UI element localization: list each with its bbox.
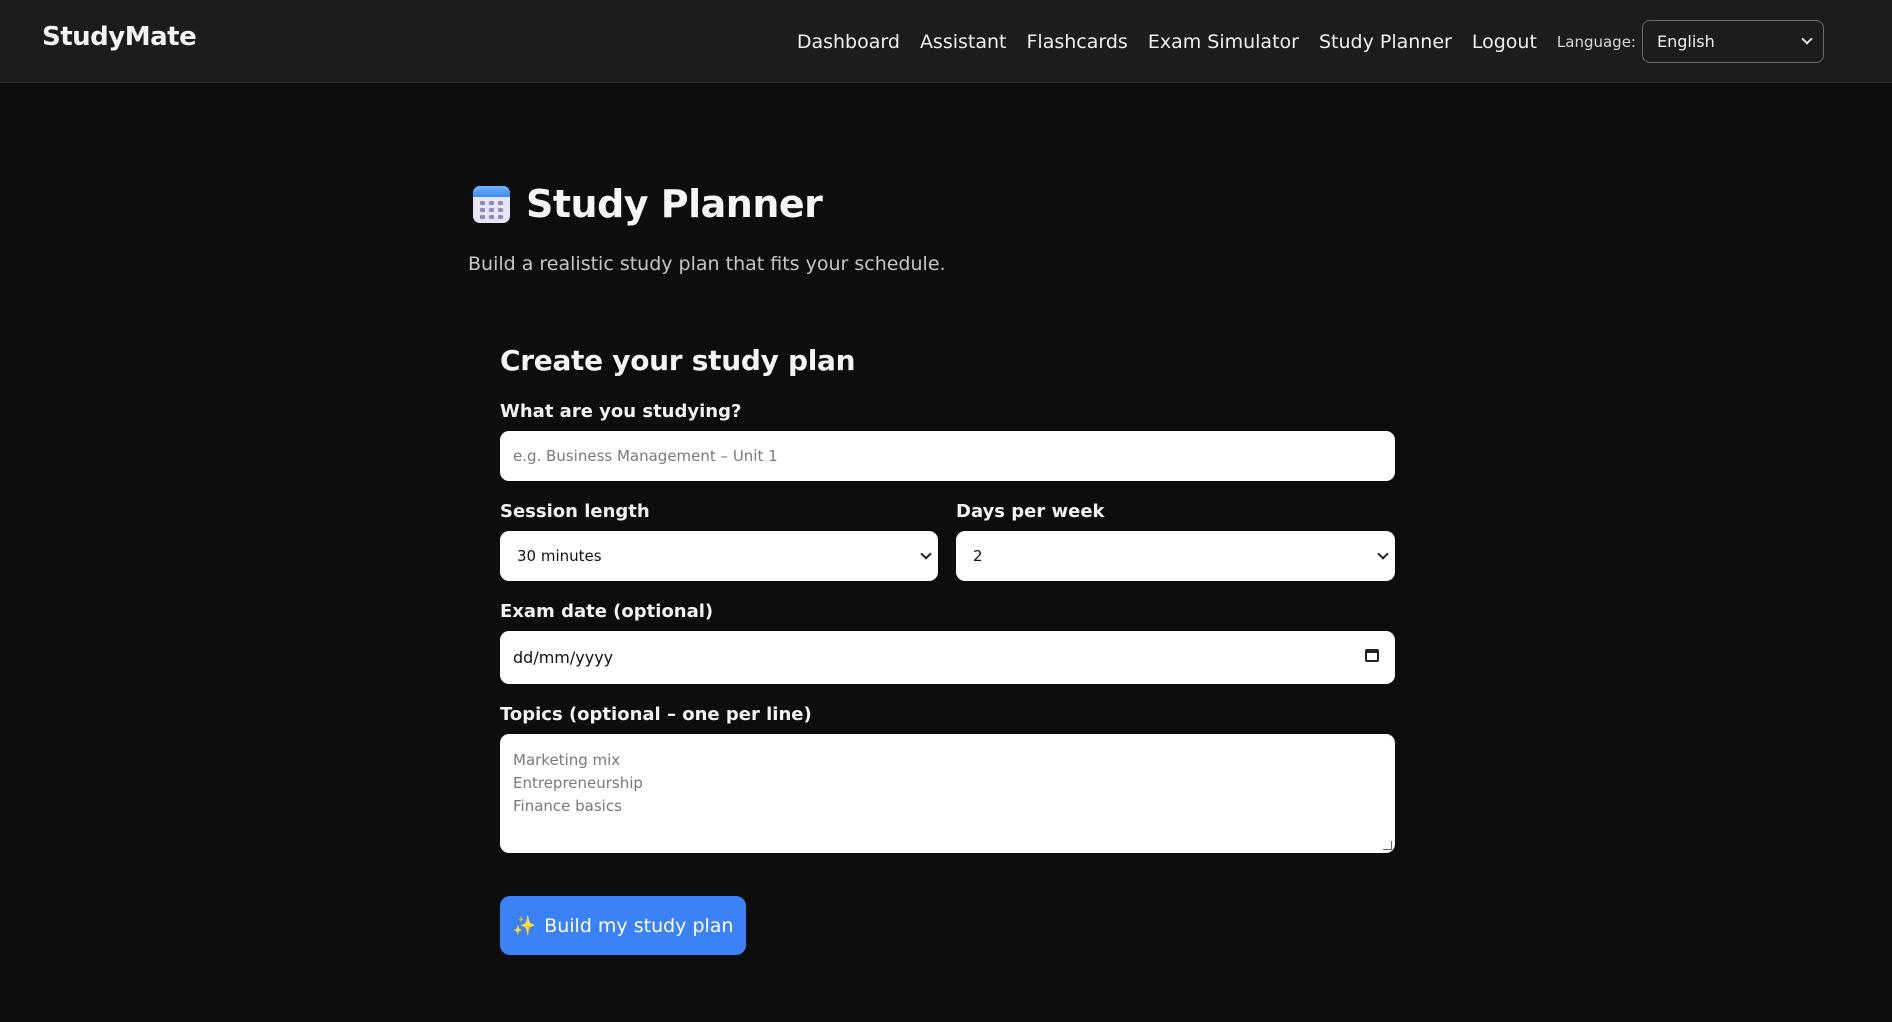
sparkles-icon: ✨ [512, 915, 537, 937]
exam-date-label: Exam date (optional) [500, 601, 714, 622]
brand-logo[interactable]: StudyMate [42, 22, 197, 52]
calendar-icon [473, 185, 510, 223]
session-length-select[interactable]: 30 minutes [500, 531, 938, 581]
subject-input[interactable]: e.g. Business Management – Unit 1 [500, 431, 1395, 481]
nav-dashboard[interactable]: Dashboard [797, 31, 900, 53]
nav-exam-simulator[interactable]: Exam Simulator [1148, 31, 1299, 53]
language-label: Language: [1556, 32, 1636, 51]
topics-placeholder-line: Entrepreneurship [513, 774, 643, 792]
page-subtitle: Build a realistic study plan that fits y… [468, 253, 946, 275]
subject-label: What are you studying? [500, 401, 742, 422]
page-title: Study Planner [526, 182, 823, 226]
topics-textarea[interactable]: Marketing mix Entrepreneurship Finance b… [500, 734, 1395, 853]
nav-flashcards[interactable]: Flashcards [1027, 31, 1128, 53]
page-header: Study Planner [473, 182, 823, 226]
topics-placeholder-line: Marketing mix [513, 751, 621, 769]
exam-date-placeholder: dd/mm/yyyy [513, 648, 614, 667]
build-study-plan-button[interactable]: ✨ Build my study plan [500, 896, 746, 955]
topics-placeholder-line: Finance basics [513, 797, 622, 815]
days-per-week-select[interactable]: 2 [956, 531, 1395, 581]
nav-study-planner[interactable]: Study Planner [1319, 31, 1452, 53]
study-plan-form: Create your study plan What are you stud… [500, 344, 1395, 853]
days-per-week-value: 2 [973, 547, 983, 565]
exam-date-input[interactable]: dd/mm/yyyy [500, 631, 1395, 684]
subject-placeholder: e.g. Business Management – Unit 1 [513, 447, 778, 465]
calendar-picker-icon[interactable] [1365, 649, 1379, 662]
chevron-down-icon [1377, 548, 1389, 560]
language-select-value: English [1657, 32, 1715, 51]
build-study-plan-label: Build my study plan [544, 914, 734, 937]
resize-handle[interactable] [1383, 841, 1392, 850]
form-title: Create your study plan [500, 344, 856, 377]
language-select[interactable]: English [1642, 20, 1824, 63]
chevron-down-icon [1801, 33, 1813, 45]
main-nav: Dashboard Assistant Flashcards Exam Simu… [797, 0, 1824, 83]
days-per-week-label: Days per week [956, 501, 1105, 522]
nav-assistant[interactable]: Assistant [920, 31, 1007, 53]
session-length-value: 30 minutes [517, 547, 602, 565]
session-length-label: Session length [500, 501, 650, 522]
topics-label: Topics (optional – one per line) [500, 704, 812, 725]
nav-logout[interactable]: Logout [1472, 31, 1537, 53]
chevron-down-icon [920, 548, 932, 560]
top-navbar: StudyMate Dashboard Assistant Flashcards… [0, 0, 1892, 83]
